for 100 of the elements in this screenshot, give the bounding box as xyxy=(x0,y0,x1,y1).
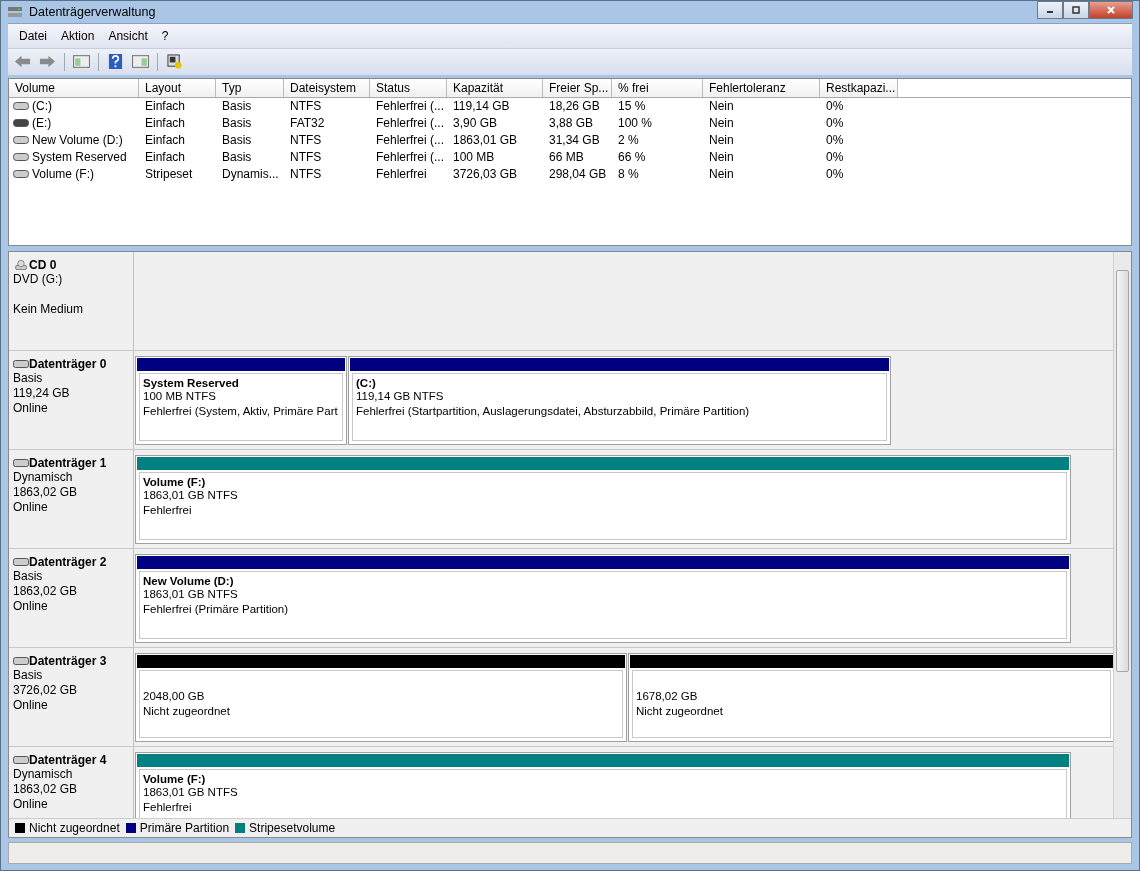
table-cell: 3,90 GB xyxy=(453,116,498,131)
partition[interactable]: Volume (F:) 1863,01 GB NTFS Fehlerfrei xyxy=(135,752,1071,819)
partition-detail: Fehlerfrei (System, Aktiv, Primäre Part xyxy=(143,404,339,420)
partition-detail: Fehlerfrei (Startpartition, Auslagerungsdatei, Absturzabbild, Primäre Partition) xyxy=(356,404,751,420)
forward-arrow-icon[interactable] xyxy=(39,54,56,70)
menu-item[interactable]: Datei xyxy=(14,26,52,45)
table-cell: 100 % xyxy=(618,116,653,131)
properties-icon[interactable] xyxy=(166,54,183,70)
partition-detail: Nicht zugeordnet xyxy=(636,704,724,720)
table-cell: 0% xyxy=(826,167,844,182)
disk-detail: 119,24 GB xyxy=(13,386,71,402)
partition-name: New Volume (D:) xyxy=(143,575,235,588)
panel-icon[interactable] xyxy=(132,54,149,70)
back-arrow-icon[interactable] xyxy=(14,54,31,70)
partition[interactable]: New Volume (D:) 1863,01 GB NTFS Fehlerfrei (Primäre Partition) xyxy=(135,554,1071,644)
partition-name: (C:) xyxy=(356,377,377,390)
table-cell: 100 MB xyxy=(453,150,495,165)
table-cell: 18,26 GB xyxy=(549,99,600,114)
menu-item[interactable]: ? xyxy=(156,26,174,45)
column-header[interactable]: Freier Sp... xyxy=(543,78,612,97)
partition[interactable]: (C:) 119,14 GB NTFS Fehlerfrei (Startpartition, Auslagerungsdatei, Absturzabbild, Primäre Partition) xyxy=(348,356,891,446)
column-header[interactable]: Dateisystem xyxy=(284,78,370,97)
column-header[interactable]: Layout xyxy=(139,78,216,97)
column-header[interactable]: Kapazität xyxy=(447,78,543,97)
disk-detail: Basis xyxy=(13,569,44,585)
table-cell: 66 MB xyxy=(549,150,584,165)
column-header[interactable]: Status xyxy=(370,78,447,97)
menu-item[interactable]: Aktion xyxy=(56,26,100,45)
partition-detail: 1678,02 GB xyxy=(636,689,699,705)
disk-detail: 1863,02 GB xyxy=(13,584,79,600)
partition[interactable]: 1678,02 GB Nicht zugeordnet xyxy=(628,653,1113,743)
disk-detail: Dynamisch xyxy=(13,470,74,486)
table-cell: Dynamis... xyxy=(222,167,279,182)
table-cell: NTFS xyxy=(290,133,322,148)
partition[interactable]: Volume (F:) 1863,01 GB NTFS Fehlerfrei xyxy=(135,455,1071,545)
table-cell: 119,14 GB xyxy=(453,99,510,114)
table-cell: 298,04 GB xyxy=(549,167,607,182)
partition-detail: 2048,00 GB xyxy=(143,689,206,705)
table-cell: 31,34 GB xyxy=(549,133,600,148)
table-cell: Stripeset xyxy=(145,167,193,182)
table-cell: 0% xyxy=(826,116,844,131)
legend-label: Nicht zugeordnet xyxy=(29,821,120,836)
disk-detail: 1863,02 GB xyxy=(13,782,79,798)
table-cell: Basis xyxy=(222,116,252,131)
table-cell: NTFS xyxy=(290,167,322,182)
table-cell: 0% xyxy=(826,99,844,114)
drive-icon xyxy=(13,170,29,179)
partition-name: Volume (F:) xyxy=(143,476,207,489)
table-cell: 2 % xyxy=(618,133,639,148)
partition-name: System Reserved xyxy=(143,377,240,390)
partition-detail: 1863,01 GB NTFS xyxy=(143,785,239,801)
drive-icon xyxy=(13,755,29,766)
table-cell: 0% xyxy=(826,150,844,165)
partition-name: Volume (F:) xyxy=(143,773,207,786)
close-icon xyxy=(1106,5,1116,15)
help-icon[interactable] xyxy=(107,54,124,70)
column-header[interactable]: Restkapazi... xyxy=(820,78,898,97)
table-cell: Volume (F:) xyxy=(32,167,94,182)
table-cell: Einfach xyxy=(145,133,186,148)
partition-detail: Fehlerfrei (Primäre Partition) xyxy=(143,602,290,618)
table-cell: FAT32 xyxy=(290,116,325,131)
table-cell: 15 % xyxy=(618,99,646,114)
partition-detail: 1863,01 GB NTFS xyxy=(143,587,239,603)
partition[interactable]: System Reserved 100 MB NTFS Fehlerfrei (System, Aktiv, Primäre Part xyxy=(135,356,347,446)
maximize-button[interactable] xyxy=(1063,1,1089,19)
disk-detail: Online xyxy=(13,599,49,615)
partition[interactable]: 2048,00 GB Nicht zugeordnet xyxy=(135,653,627,743)
column-header[interactable]: % frei xyxy=(612,78,703,97)
panel-icon[interactable] xyxy=(73,54,90,70)
column-header[interactable]: Fehlertoleranz xyxy=(703,78,820,97)
disk-name: Datenträger 0 xyxy=(29,357,107,372)
disk-detail: 3726,02 GB xyxy=(13,683,79,699)
scrollbar[interactable] xyxy=(1113,252,1131,819)
drive-icon xyxy=(13,359,29,370)
disk-name: Datenträger 3 xyxy=(29,654,107,669)
close-button[interactable] xyxy=(1089,1,1133,19)
menu-item[interactable]: Ansicht xyxy=(103,26,153,45)
table-cell: (C:) xyxy=(32,99,52,114)
table-cell: Fehlerfrei xyxy=(376,167,427,182)
table-cell: Nein xyxy=(709,116,734,131)
table-cell: Fehlerfrei (... xyxy=(376,150,444,165)
table-cell: 3,88 GB xyxy=(549,116,594,131)
column-header[interactable]: Volume xyxy=(9,78,139,97)
minimize-button[interactable] xyxy=(1037,1,1063,19)
table-cell: Nein xyxy=(709,99,734,114)
partition-detail: Fehlerfrei xyxy=(143,800,193,816)
partition-detail: Nicht zugeordnet xyxy=(143,704,231,720)
table-cell: System Reserved xyxy=(32,150,127,165)
drive-icon xyxy=(13,153,29,162)
table-cell: NTFS xyxy=(290,99,322,114)
partition-detail: 119,14 GB NTFS xyxy=(356,389,445,405)
drive-icon xyxy=(13,102,29,111)
maximize-icon xyxy=(1071,5,1081,15)
column-header[interactable]: Typ xyxy=(216,78,284,97)
table-cell: Nein xyxy=(709,133,734,148)
legend-label: Stripesetvolume xyxy=(249,821,336,836)
disk-name: CD 0 xyxy=(29,258,57,273)
table-cell: 0% xyxy=(826,133,844,148)
table-cell: Nein xyxy=(709,150,734,165)
table-cell: 8 % xyxy=(618,167,639,182)
